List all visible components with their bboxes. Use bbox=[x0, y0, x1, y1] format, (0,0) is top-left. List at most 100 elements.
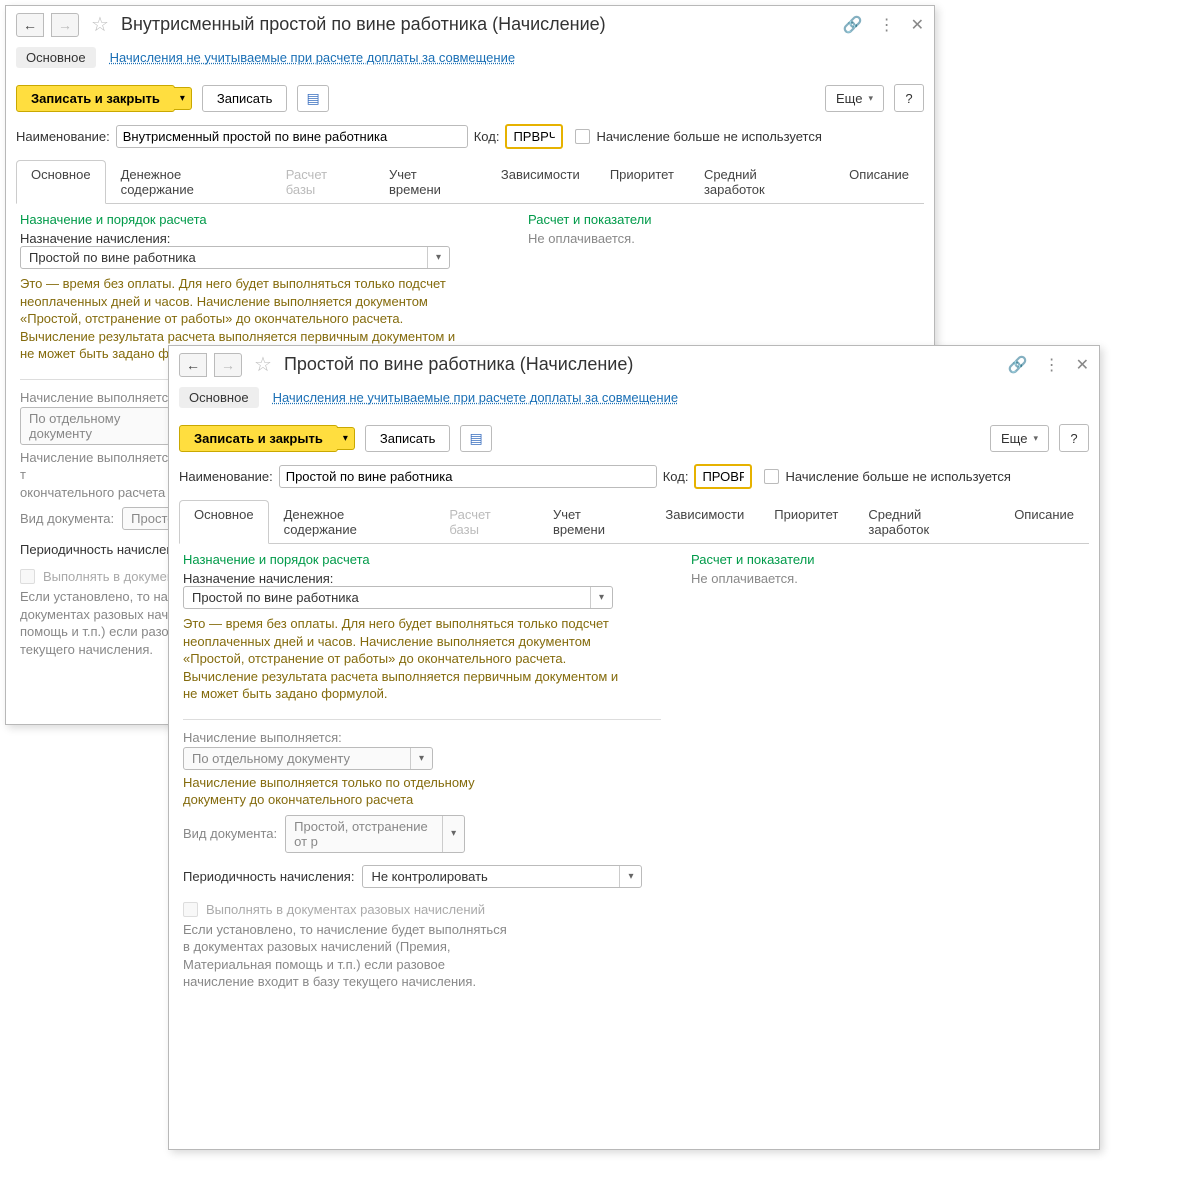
tab-time[interactable]: Учет времени bbox=[538, 500, 650, 544]
kebab-icon[interactable]: ⋮ bbox=[1044, 355, 1060, 375]
not-used-checkbox[interactable] bbox=[575, 129, 590, 144]
save-close-button[interactable]: Записать и закрыть bbox=[16, 85, 175, 112]
assign-label: Назначение начисления: bbox=[183, 571, 661, 586]
exec-select[interactable]: По отдельному документу bbox=[20, 407, 170, 445]
doc-select[interactable]: Простой, отстранение от р ▾ bbox=[285, 815, 465, 853]
report-button[interactable]: ▤ bbox=[460, 425, 491, 452]
name-row: Наименование: Код: Начисление больше не … bbox=[6, 118, 934, 155]
chevron-down-icon[interactable]: ▾ bbox=[442, 816, 464, 852]
window-title: Внутрисменный простой по вине работника … bbox=[121, 14, 835, 35]
once-help: Если установлено, то начисление будет вы… bbox=[183, 921, 513, 991]
assign-help: Это — время без оплаты. Для него будет в… bbox=[183, 615, 633, 703]
report-button[interactable]: ▤ bbox=[297, 85, 328, 112]
close-icon[interactable]: ✕ bbox=[911, 15, 924, 35]
name-label: Наименование: bbox=[179, 469, 273, 484]
doc-label: Вид документа: bbox=[183, 826, 277, 841]
assign-select[interactable]: Простой по вине работника ▾ bbox=[20, 246, 450, 269]
period-row: Периодичность начисления: Не контролиров… bbox=[183, 865, 661, 888]
save-close-dropdown[interactable]: ▾ bbox=[174, 87, 192, 110]
period-label: Периодичность начисления: bbox=[183, 869, 354, 884]
toolbar: Записать и закрыть ▾ Записать ▤ Еще ▾ ? bbox=[169, 418, 1099, 458]
period-select[interactable]: Не контролировать ▾ bbox=[362, 865, 642, 888]
not-used-checkbox[interactable] bbox=[764, 469, 779, 484]
tab-priority[interactable]: Приоритет bbox=[595, 160, 689, 204]
tab-salary[interactable]: Денежное содержание bbox=[106, 160, 271, 204]
not-used-checkbox-wrap[interactable]: Начисление больше не используется bbox=[764, 469, 1010, 484]
window-title: Простой по вине работника (Начисление) bbox=[284, 354, 1000, 375]
doc-label: Вид документа: bbox=[20, 511, 114, 526]
content: Назначение и порядок расчета Назначение … bbox=[169, 544, 1099, 999]
save-button[interactable]: Записать bbox=[202, 85, 288, 112]
nav-forward-button[interactable]: → bbox=[51, 13, 79, 37]
tab-deps[interactable]: Зависимости bbox=[486, 160, 595, 204]
assign-select[interactable]: Простой по вине работника ▾ bbox=[183, 586, 613, 609]
once-checkbox bbox=[20, 569, 35, 584]
chevron-down-icon[interactable]: ▾ bbox=[590, 587, 612, 608]
section-title-left: Назначение и порядок расчета bbox=[20, 212, 498, 227]
window-front: ← → ☆ Простой по вине работника (Начисле… bbox=[168, 345, 1100, 1150]
chevron-down-icon[interactable]: ▾ bbox=[619, 866, 641, 887]
tab-avg[interactable]: Средний заработок bbox=[689, 160, 834, 204]
star-icon[interactable]: ☆ bbox=[254, 352, 272, 377]
doc-value: Простой, отстранение от р bbox=[286, 816, 442, 852]
once-label: Выполнять в документах разовых начислени… bbox=[206, 902, 485, 917]
chevron-down-icon: ▾ bbox=[868, 93, 873, 104]
left-column: Назначение и порядок расчета Назначение … bbox=[183, 552, 661, 991]
chevron-down-icon[interactable]: ▾ bbox=[427, 247, 449, 268]
section-title-right: Расчет и показатели bbox=[691, 552, 1085, 567]
not-used-label: Начисление больше не используется bbox=[596, 129, 821, 144]
tab-deps[interactable]: Зависимости bbox=[650, 500, 759, 544]
more-button[interactable]: Еще ▾ bbox=[825, 85, 884, 112]
tab-avg[interactable]: Средний заработок bbox=[853, 500, 999, 544]
tab-base[interactable]: Расчет базы bbox=[271, 160, 374, 204]
link-icon[interactable]: 🔗 bbox=[843, 15, 863, 35]
code-input[interactable] bbox=[505, 124, 563, 149]
tab-salary[interactable]: Денежное содержание bbox=[269, 500, 435, 544]
tabs: Основное Денежное содержание Расчет базы… bbox=[179, 499, 1089, 544]
chevron-down-icon: ▾ bbox=[1033, 433, 1038, 444]
code-label: Код: bbox=[663, 469, 689, 484]
star-icon[interactable]: ☆ bbox=[91, 12, 109, 37]
tabs: Основное Денежное содержание Расчет базы… bbox=[16, 159, 924, 204]
tab-desc[interactable]: Описание bbox=[999, 500, 1089, 544]
tab-base[interactable]: Расчет базы bbox=[434, 500, 538, 544]
kebab-icon[interactable]: ⋮ bbox=[879, 15, 895, 35]
tab-priority[interactable]: Приоритет bbox=[759, 500, 853, 544]
help-button[interactable]: ? bbox=[1059, 424, 1089, 452]
linkbar-link[interactable]: Начисления не учитываемые при расчете до… bbox=[273, 390, 679, 405]
link-icon[interactable]: 🔗 bbox=[1008, 355, 1028, 375]
exec-help: Начисление выполняется только по отдельн… bbox=[183, 774, 533, 809]
tab-main[interactable]: Основное bbox=[16, 160, 106, 204]
nav-back-button[interactable]: ← bbox=[179, 353, 207, 377]
help-button[interactable]: ? bbox=[894, 84, 924, 112]
assign-value: Простой по вине работника bbox=[184, 587, 590, 608]
linkbar-active[interactable]: Основное bbox=[179, 387, 259, 408]
tab-time[interactable]: Учет времени bbox=[374, 160, 486, 204]
chevron-down-icon[interactable]: ▾ bbox=[410, 748, 432, 769]
save-close-dropdown[interactable]: ▾ bbox=[337, 427, 355, 450]
more-label: Еще bbox=[836, 91, 862, 106]
paid-text: Не оплачивается. bbox=[528, 231, 920, 246]
close-icon[interactable]: ✕ bbox=[1076, 355, 1089, 375]
save-close-button[interactable]: Записать и закрыть bbox=[179, 425, 338, 452]
exec-select[interactable]: По отдельному документу ▾ bbox=[183, 747, 433, 770]
assign-label: Назначение начисления: bbox=[20, 231, 498, 246]
titlebar: ← → ☆ Внутрисменный простой по вине рабо… bbox=[6, 6, 934, 43]
linkbar-link[interactable]: Начисления не учитываемые при расчете до… bbox=[110, 50, 516, 65]
more-button[interactable]: Еще ▾ bbox=[990, 425, 1049, 452]
tab-main[interactable]: Основное bbox=[179, 500, 269, 544]
code-input[interactable] bbox=[694, 464, 752, 489]
name-row: Наименование: Код: Начисление больше не … bbox=[169, 458, 1099, 495]
once-checkbox bbox=[183, 902, 198, 917]
name-input[interactable] bbox=[279, 465, 657, 488]
save-button[interactable]: Записать bbox=[365, 425, 451, 452]
nav-back-button[interactable]: ← bbox=[16, 13, 44, 37]
exec-help: Начисление выполняется т окончательного … bbox=[20, 449, 180, 502]
doc-row: Вид документа: Простой, отстранение от р… bbox=[183, 815, 661, 853]
not-used-checkbox-wrap[interactable]: Начисление больше не используется bbox=[575, 129, 821, 144]
nav-forward-button[interactable]: → bbox=[214, 353, 242, 377]
name-input[interactable] bbox=[116, 125, 468, 148]
linkbar-active[interactable]: Основное bbox=[16, 47, 96, 68]
tab-desc[interactable]: Описание bbox=[834, 160, 924, 204]
linkbar: Основное Начисления не учитываемые при р… bbox=[169, 383, 1099, 418]
